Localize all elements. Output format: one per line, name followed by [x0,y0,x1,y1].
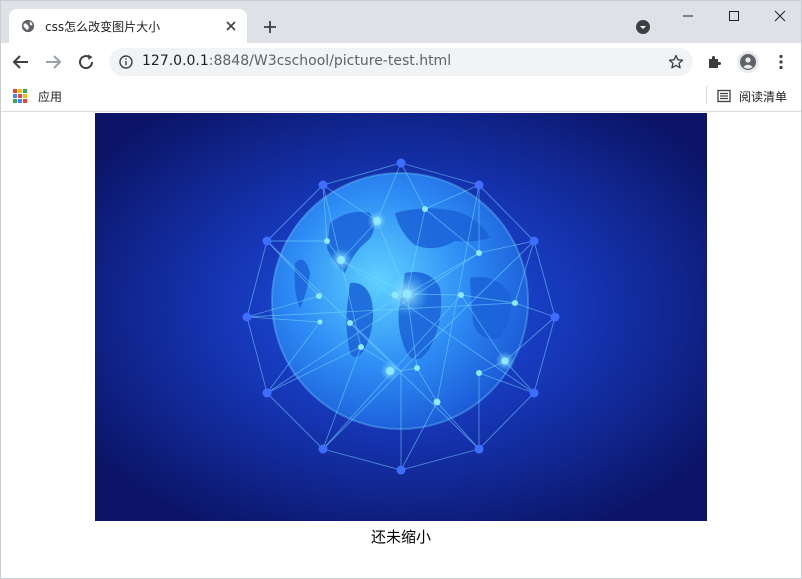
tab-active[interactable]: css怎么改变图片大小 [9,9,247,43]
browser-window: css怎么改变图片大小 127.0.0.1:8848/W3cschool/pic… [0,0,802,579]
maximize-icon[interactable] [711,1,757,31]
image-caption: 还未缩小 [370,528,431,546]
tab-strip: css怎么改变图片大小 [1,1,801,43]
url-path: :8848/W3cschool/picture-test.html [208,53,452,69]
reading-list-label: 阅读清单 [739,89,788,104]
profile-avatar-icon[interactable] [737,51,759,73]
browser-toolbar: 127.0.0.1:8848/W3cschool/picture-test.ht… [1,43,801,80]
reading-list-icon [717,89,731,103]
new-tab-plus-icon[interactable] [260,17,280,37]
address-bar[interactable]: 127.0.0.1:8848/W3cschool/picture-test.ht… [109,48,693,76]
reading-list-button[interactable]: 阅读清单 [717,87,787,105]
info-icon[interactable] [119,55,133,69]
tab-search-icon[interactable] [634,18,652,36]
globe-network-image [95,113,707,521]
url-host: 127.0.0.1 [142,53,209,69]
bookmarks-divider [706,86,707,104]
apps-grid-icon [13,89,27,103]
extensions-puzzle-icon[interactable] [705,52,725,72]
url-text[interactable]: 127.0.0.1:8848/W3cschool/picture-test.ht… [142,53,451,69]
globe-icon [21,19,35,33]
kebab-menu-icon[interactable] [771,52,791,72]
apps-shortcut[interactable]: 应用 [13,87,62,105]
back-arrow-icon[interactable] [9,50,33,74]
minimize-icon[interactable] [665,1,711,31]
page-content: 还未缩小 [1,112,801,578]
tab-close-icon[interactable] [223,18,239,34]
bookmark-star-icon[interactable] [668,54,684,70]
apps-label: 应用 [38,89,63,104]
tab-title: css怎么改变图片大小 [45,20,161,34]
window-close-icon[interactable] [757,1,801,31]
reload-icon[interactable] [74,50,98,74]
forward-arrow-icon[interactable] [41,50,65,74]
bookmarks-bar: 应用 阅读清单 [1,80,801,112]
